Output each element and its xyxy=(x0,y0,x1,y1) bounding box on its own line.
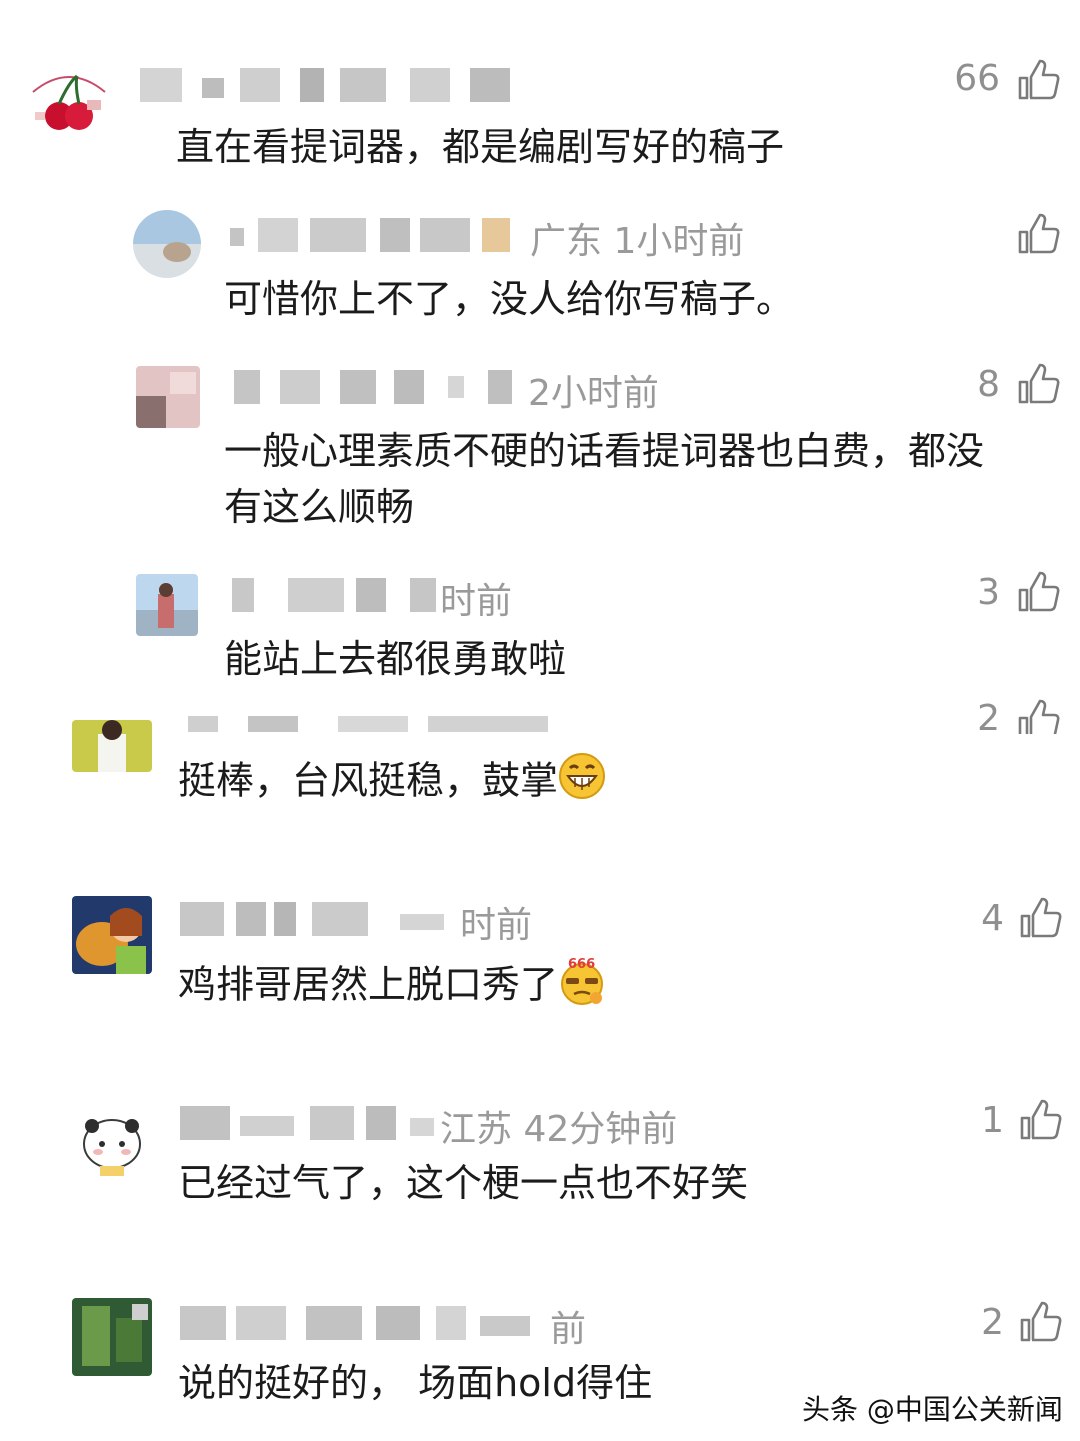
like-count: 2 xyxy=(977,698,1000,734)
avatar[interactable] xyxy=(133,210,201,278)
avatar[interactable] xyxy=(25,62,113,142)
thumbs-up-icon[interactable] xyxy=(1016,698,1060,734)
thumbs-up-icon[interactable] xyxy=(1016,58,1060,102)
comment-meta: 时前 xyxy=(460,905,533,946)
thumbs-up-icon[interactable] xyxy=(1016,362,1060,406)
thumbs-up-icon[interactable] xyxy=(1018,1300,1062,1344)
like-count: 8 xyxy=(977,364,1000,405)
avatar[interactable] xyxy=(136,574,198,636)
blurred-username[interactable] xyxy=(234,370,520,404)
blurred-username[interactable] xyxy=(232,578,442,612)
watermark: 头条 @中国公关新闻 xyxy=(802,1393,1063,1426)
comment-meta: 广东 1小时前 xyxy=(530,221,745,262)
comment-text: 直在看提词器，都是编剧写好的稿子 xyxy=(176,125,785,169)
blurred-username[interactable] xyxy=(140,68,510,102)
avatar[interactable] xyxy=(72,720,152,772)
thumbs-up-icon[interactable] xyxy=(1016,570,1060,614)
avatar[interactable] xyxy=(136,366,200,428)
thumbs-up-icon[interactable] xyxy=(1016,212,1060,256)
like-count: 4 xyxy=(981,898,1004,939)
svg-text:666: 666 xyxy=(568,957,595,972)
comment-text: 说的挺好的， 场面hold得住 xyxy=(178,1361,653,1405)
avatar[interactable] xyxy=(72,896,152,974)
comment-meta: 2小时前 xyxy=(528,373,659,414)
comment-text-content: 鸡排哥居然上脱口秀了 xyxy=(178,962,559,1007)
like-count: 66 xyxy=(954,58,1000,99)
blurred-username[interactable] xyxy=(230,218,520,252)
thumbs-up-icon[interactable] xyxy=(1018,896,1062,940)
comment-meta: 前 xyxy=(550,1309,587,1350)
comment-text: 鸡排哥居然上脱口秀了 666 xyxy=(178,954,608,1020)
blurred-username[interactable] xyxy=(188,716,560,732)
blurred-username[interactable] xyxy=(180,1106,440,1140)
comment-text: 能站上去都很勇敢啦 xyxy=(224,637,567,681)
like-count: 2 xyxy=(981,1302,1004,1343)
comment-text: 一般心理素质不硬的话看提词器也白费，都没 xyxy=(224,429,985,473)
grinning-emoji xyxy=(558,752,606,814)
blurred-username[interactable] xyxy=(180,1306,536,1340)
thumbs-up-icon[interactable] xyxy=(1018,1098,1062,1142)
comment-text-continued: 有这么顺畅 xyxy=(224,485,415,529)
comment-text: 已经过气了，这个梗一点也不好笑 xyxy=(178,1161,749,1205)
comment-text: 可惜你上不了，没人给你写稿子。 xyxy=(224,277,795,321)
avatar[interactable] xyxy=(72,1298,152,1376)
comment-text-content: 挺棒，台风挺稳，鼓掌 xyxy=(178,758,559,803)
comment-text: 挺棒，台风挺稳，鼓掌 xyxy=(178,752,606,814)
like-count: 1 xyxy=(981,1100,1004,1141)
blurred-username[interactable] xyxy=(180,902,468,936)
666-emoji: 666 xyxy=(558,954,608,1020)
comment-meta: 江苏 42分钟前 xyxy=(440,1109,678,1150)
comment-meta: 时前 xyxy=(440,581,513,622)
avatar[interactable] xyxy=(80,1112,144,1178)
like-count: 3 xyxy=(977,572,1000,613)
